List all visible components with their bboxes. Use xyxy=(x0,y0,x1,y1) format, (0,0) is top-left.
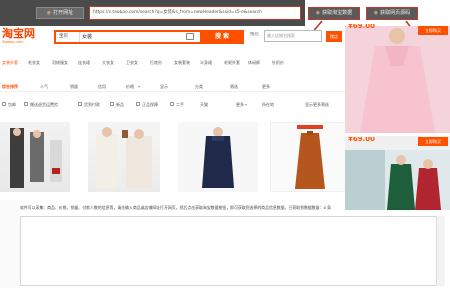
keyword-link[interactable]: 毛呢外套 xyxy=(224,60,240,66)
tab-credit[interactable]: 信用 xyxy=(98,82,106,91)
tab-sales[interactable]: 销量 xyxy=(70,82,78,91)
filter-label: 新品 xyxy=(116,102,124,107)
chevron-down-icon: ▾ xyxy=(138,84,141,89)
chevron-down-icon: ▾ xyxy=(245,102,248,107)
open-url-button[interactable]: ◉ 打开网址 xyxy=(36,7,84,19)
tab-filter[interactable]: 筛选 xyxy=(230,82,238,91)
open-icon: ◉ xyxy=(46,10,52,16)
checkbox[interactable] xyxy=(170,102,174,106)
filter-options: 包邮 赠送退货运费险 货到付款 新品 正品保障 二手 天猫 更多 ▾ 所在地 显… xyxy=(0,100,345,110)
promo-image[interactable] xyxy=(345,150,450,210)
product-image[interactable] xyxy=(0,122,70,192)
promo-buy-button[interactable]: 立即购买 xyxy=(418,26,448,35)
promo-image[interactable] xyxy=(345,26,450,133)
keyword-link[interactable]: 连衣裙 xyxy=(78,60,90,66)
tab-more[interactable]: 更多 xyxy=(262,82,270,91)
product-image[interactable] xyxy=(88,122,160,192)
shop-search-input[interactable]: 输入店铺名搜索 xyxy=(264,30,322,42)
taobao-logo[interactable]: 淘宝网 xyxy=(2,28,52,48)
more-filters-link[interactable]: 显示更多筛选 xyxy=(305,100,329,109)
filter-label: 货到付款 xyxy=(84,102,100,107)
checkbox[interactable] xyxy=(110,102,114,106)
fetch-icon: ◉ xyxy=(315,10,321,16)
promo-price: ¥69.00 xyxy=(348,137,376,142)
shop-search-button[interactable]: 搜店 xyxy=(326,31,342,42)
divider xyxy=(345,133,450,136)
keyword-link[interactable]: 针织衫 xyxy=(272,60,284,66)
keyword-link[interactable]: 休闲裤 xyxy=(248,60,260,66)
filter-label: 赠送退货运费险 xyxy=(30,102,58,107)
keyword-link[interactable]: 大衣女 xyxy=(102,60,114,66)
search-button[interactable]: 搜 索 xyxy=(200,30,244,44)
filter-label[interactable]: 所在地 xyxy=(262,100,274,109)
keyword-link[interactable]: 毛衣女 xyxy=(28,60,40,66)
filter-label: 正品保障 xyxy=(142,102,158,107)
filter-label: 二手 xyxy=(176,102,184,107)
filter-label[interactable]: 天猫 xyxy=(200,100,208,109)
taobao-logo-subtitle: Taobao.com xyxy=(2,40,23,44)
keyword-link[interactable]: 打底衫 xyxy=(150,60,162,66)
search-input[interactable]: 女装 xyxy=(82,32,182,42)
tab-default-sort[interactable]: 综合排序 xyxy=(2,82,18,91)
model-figure xyxy=(360,28,435,133)
product-image[interactable] xyxy=(178,122,258,192)
left-margin xyxy=(0,200,20,288)
sort-tabs: 综合排序 人气 销量 信用 价格 ▾ 显示 分类 筛选 更多 xyxy=(0,82,345,92)
model-figure xyxy=(202,127,234,188)
tab-popularity[interactable]: 人气 xyxy=(40,82,48,91)
promo-price: ¥69.00 xyxy=(348,24,376,29)
model-figure xyxy=(96,127,152,188)
checkbox[interactable] xyxy=(136,102,140,106)
keyword-link[interactable]: 卫衣女 xyxy=(126,60,138,66)
tab-price[interactable]: 价格 xyxy=(126,82,134,91)
checkbox[interactable] xyxy=(2,102,6,106)
status-text: 软件可以采集：商品、价格、销量、付款人数的信息等，请先输入商品或店铺网址打开网页… xyxy=(20,205,332,210)
camera-icon[interactable] xyxy=(186,33,194,40)
keyword-link[interactable]: 羽绒服女 xyxy=(52,60,68,66)
output-textarea[interactable] xyxy=(20,216,445,286)
filter-label[interactable]: 更多 xyxy=(236,100,244,109)
model-figure xyxy=(10,128,62,188)
keyword-link[interactable]: 女装套装 xyxy=(174,60,190,66)
model-figure xyxy=(345,150,441,210)
checkbox[interactable] xyxy=(78,102,82,106)
search-category-select[interactable]: 宝贝 xyxy=(56,32,80,42)
url-input[interactable]: https://s.taobao.com/search?q=女装&s_from=… xyxy=(89,6,301,20)
coat-figure xyxy=(295,125,325,189)
product-image[interactable] xyxy=(270,122,348,192)
tab-category[interactable]: 分类 xyxy=(195,82,203,91)
keyword-link[interactable]: 女装外套 xyxy=(2,60,18,66)
checkbox[interactable] xyxy=(24,102,28,106)
keyword-suggestions: 女装外套 毛衣女 羽绒服女 连衣裙 大衣女 卫衣女 打底衫 女装套装 半身裙 毛… xyxy=(2,60,302,68)
keyword-link[interactable]: 半身裙 xyxy=(200,60,212,66)
output-scrollbar[interactable] xyxy=(436,216,445,286)
tab-display[interactable]: 显示 xyxy=(160,82,168,91)
promo-buy-button[interactable]: 立即购买 xyxy=(418,137,448,146)
search-shop-radio[interactable]: 搜店 xyxy=(250,32,259,37)
filter-label: 包邮 xyxy=(8,102,16,107)
code-icon: ◉ xyxy=(373,10,379,16)
